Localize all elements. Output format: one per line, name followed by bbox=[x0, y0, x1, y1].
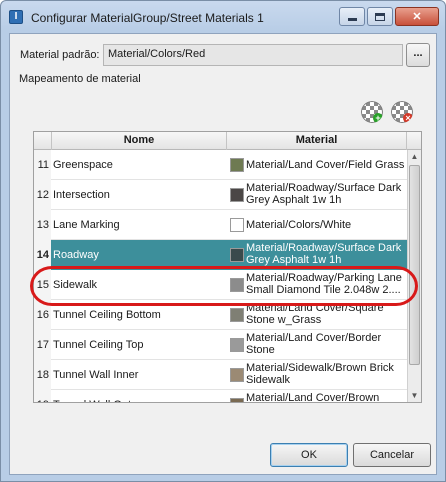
maximize-button[interactable] bbox=[367, 7, 393, 26]
row-material[interactable]: Material/Roadway/Parking Lane Small Diam… bbox=[227, 270, 409, 300]
material-swatch bbox=[230, 338, 244, 352]
scrollbar-thumb[interactable] bbox=[409, 165, 420, 365]
table-row-selected[interactable]: 14 Roadway Material/Roadway/Surface Dark… bbox=[34, 240, 409, 270]
window-title: Configurar MaterialGroup/Street Material… bbox=[31, 11, 264, 25]
close-button[interactable]: ✕ bbox=[395, 7, 439, 26]
row-name[interactable]: Tunnel Ceiling Bottom bbox=[51, 300, 227, 330]
material-swatch bbox=[230, 158, 244, 172]
row-number: 14 bbox=[34, 240, 51, 270]
column-header-nome[interactable]: Nome bbox=[51, 132, 227, 150]
row-name[interactable]: Tunnel Ceiling Top bbox=[51, 330, 227, 360]
row-material-text: Material/Colors/White bbox=[246, 219, 352, 231]
material-mapping-label: Mapeamento de material bbox=[19, 73, 141, 85]
row-material-text: Material/Land Cover/Brown bbox=[246, 392, 380, 403]
table-body: 11 Greenspace Material/Land Cover/Field … bbox=[34, 150, 409, 403]
row-number: 16 bbox=[34, 300, 51, 330]
material-swatch bbox=[230, 218, 244, 232]
row-name[interactable]: Roadway bbox=[51, 240, 227, 270]
row-material[interactable]: Material/Roadway/Surface Dark Grey Aspha… bbox=[227, 180, 409, 210]
row-number: 19 bbox=[34, 390, 51, 402]
row-name[interactable]: Tunnel Wall Outer bbox=[51, 390, 227, 402]
row-name[interactable]: Sidewalk bbox=[51, 270, 227, 300]
row-material[interactable]: Material/Sidewalk/Brown Brick Sidewalk bbox=[227, 360, 409, 390]
default-material-field[interactable]: Material/Colors/Red bbox=[103, 44, 403, 66]
column-header-material[interactable]: Material bbox=[227, 132, 407, 150]
row-name[interactable]: Greenspace bbox=[51, 150, 227, 180]
row-number: 13 bbox=[34, 210, 51, 240]
table-row[interactable]: 12 Intersection Material/Roadway/Surface… bbox=[34, 180, 409, 210]
table-row[interactable]: 13 Lane Marking Material/Colors/White bbox=[34, 210, 409, 240]
row-material-text: Material/Roadway/Surface Dark Grey Aspha… bbox=[246, 182, 402, 206]
browse-material-button[interactable]: ... bbox=[406, 43, 430, 67]
title-bar[interactable]: I Configurar MaterialGroup/Street Materi… bbox=[1, 1, 445, 33]
table-row[interactable]: 16 Tunnel Ceiling Bottom Material/Land C… bbox=[34, 300, 409, 330]
minimize-icon bbox=[347, 18, 357, 21]
maximize-icon bbox=[375, 12, 385, 21]
material-swatch bbox=[230, 188, 244, 202]
row-name[interactable]: Lane Marking bbox=[51, 210, 227, 240]
row-material[interactable]: Material/Land Cover/Square Stone w_Grass bbox=[227, 300, 409, 330]
vertical-scrollbar[interactable]: ▲ ▼ bbox=[407, 150, 421, 402]
add-icon: + bbox=[373, 113, 383, 123]
row-material[interactable]: Material/Colors/White bbox=[227, 210, 409, 240]
remove-icon: × bbox=[403, 113, 413, 123]
table-header: Nome Material bbox=[34, 132, 421, 150]
dialog-window: I Configurar MaterialGroup/Street Materi… bbox=[0, 0, 446, 482]
row-number: 18 bbox=[34, 360, 51, 390]
scroll-up-icon[interactable]: ▲ bbox=[408, 150, 421, 164]
material-swatch bbox=[230, 398, 244, 402]
material-swatch bbox=[230, 308, 244, 322]
app-icon: I bbox=[9, 10, 23, 24]
table-row[interactable]: 18 Tunnel Wall Inner Material/Sidewalk/B… bbox=[34, 360, 409, 390]
material-swatch bbox=[230, 248, 244, 262]
table-row[interactable]: 19 Tunnel Wall Outer Material/Land Cover… bbox=[34, 390, 409, 403]
row-material[interactable]: Material/Land Cover/Brown bbox=[227, 390, 409, 403]
material-swatch bbox=[230, 278, 244, 292]
row-material[interactable]: Material/Land Cover/Field Grass bbox=[227, 150, 409, 180]
dialog-body: Material padrão: Material/Colors/Red ...… bbox=[9, 33, 437, 475]
remove-material-button[interactable]: × bbox=[391, 101, 413, 123]
table-row[interactable]: 11 Greenspace Material/Land Cover/Field … bbox=[34, 150, 409, 180]
row-name[interactable]: Tunnel Wall Inner bbox=[51, 360, 227, 390]
row-material-text: Material/Roadway/Parking Lane Small Diam… bbox=[246, 272, 402, 296]
row-material-text: Material/Roadway/Surface Dark Grey Aspha… bbox=[246, 242, 402, 266]
scroll-down-icon[interactable]: ▼ bbox=[408, 389, 421, 402]
row-number: 12 bbox=[34, 180, 51, 210]
material-mapping-table: Nome Material 11 Greenspace Material/Lan… bbox=[33, 131, 422, 403]
material-swatch bbox=[230, 368, 244, 382]
row-material-text: Material/Land Cover/Field Grass bbox=[246, 159, 405, 171]
minimize-button[interactable] bbox=[339, 7, 365, 26]
table-row[interactable]: 15 Sidewalk Material/Roadway/Parking Lan… bbox=[34, 270, 409, 300]
row-material-text: Material/Sidewalk/Brown Brick Sidewalk bbox=[246, 362, 394, 386]
row-material-text: Material/Land Cover/Square Stone w_Grass bbox=[246, 302, 384, 326]
row-material[interactable]: Material/Roadway/Surface Dark Grey Aspha… bbox=[227, 240, 409, 270]
row-material[interactable]: Material/Land Cover/Border Stone bbox=[227, 330, 409, 360]
close-icon: ✕ bbox=[412, 11, 422, 23]
add-material-button[interactable]: + bbox=[361, 101, 383, 123]
row-number: 15 bbox=[34, 270, 51, 300]
table-row[interactable]: 17 Tunnel Ceiling Top Material/Land Cove… bbox=[34, 330, 409, 360]
caption-buttons: ✕ bbox=[337, 7, 439, 27]
cancel-button[interactable]: Cancelar bbox=[353, 443, 431, 467]
row-number: 11 bbox=[34, 150, 51, 180]
row-material-text: Material/Land Cover/Border Stone bbox=[246, 332, 382, 356]
row-number: 17 bbox=[34, 330, 51, 360]
row-name[interactable]: Intersection bbox=[51, 180, 227, 210]
ok-button[interactable]: OK bbox=[270, 443, 348, 467]
default-material-label: Material padrão: bbox=[20, 49, 100, 61]
